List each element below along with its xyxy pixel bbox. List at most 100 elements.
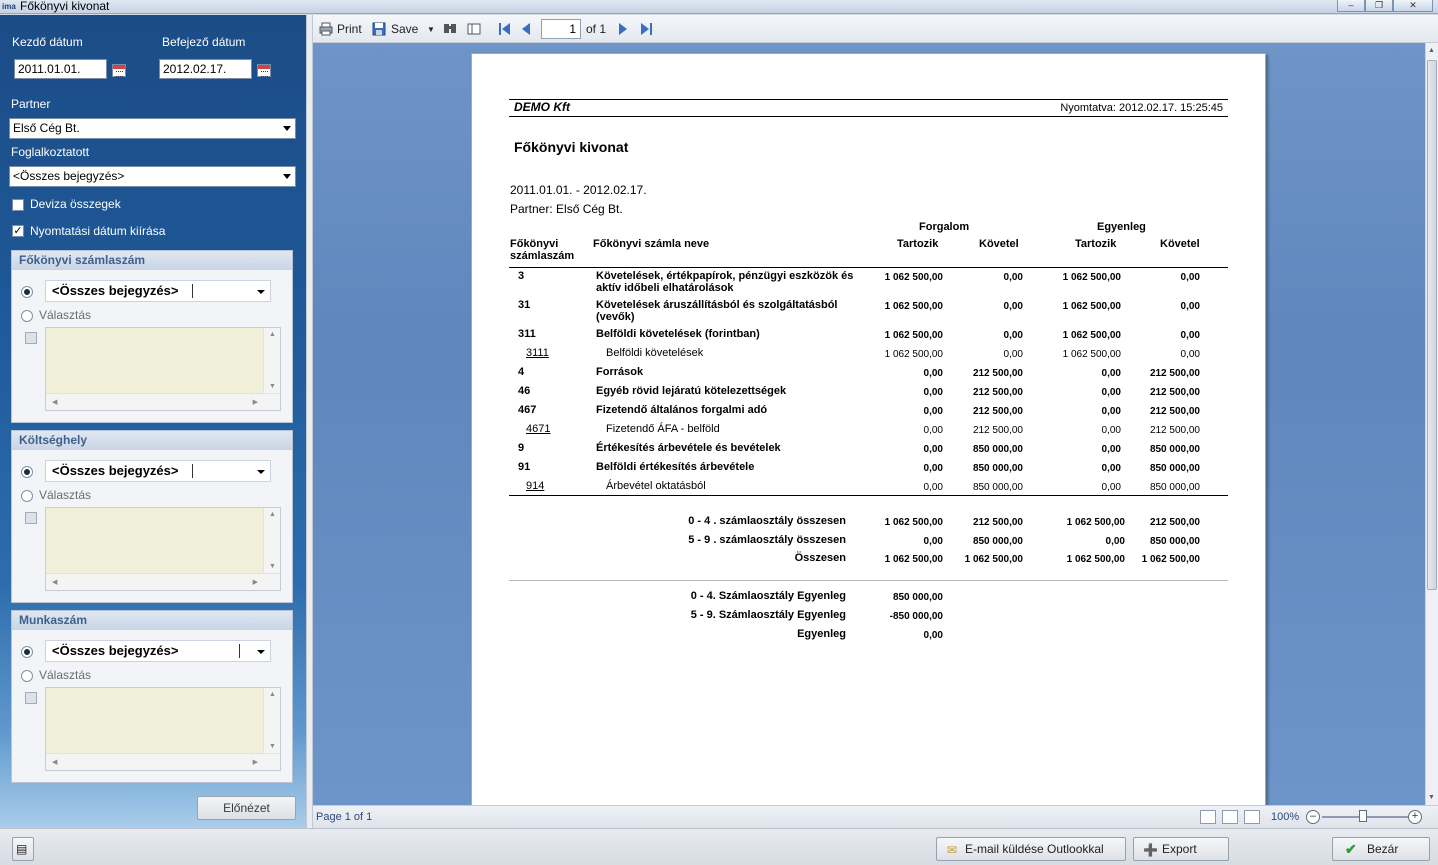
job-number-list[interactable]: ▲ ▼ ◀ ▶ [45,687,281,771]
account-name: Követelések áruszállításból és szolgálta… [596,299,838,311]
scroll-thumb[interactable] [1427,60,1437,590]
print-date-checkbox[interactable]: ✓ [12,225,24,237]
previous-page-icon[interactable] [522,23,530,35]
save-icon[interactable] [372,22,386,36]
turnover-credit-header: Követel [979,238,1019,250]
cost-center-select-value: <Összes bejegyzés> [52,463,179,478]
print-button[interactable]: Print [337,22,362,36]
choose-radio[interactable] [21,490,33,502]
horizontal-scrollbar[interactable]: ◀ ▶ [46,753,280,770]
cost-center-group: Költséghely <Összes bejegyzés> Választás… [11,430,293,603]
balance-debit: 1 062 500,00 [1062,349,1121,360]
close-icon[interactable]: ✕ [1393,0,1433,12]
find-icon[interactable] [443,22,457,36]
continuous-view-icon[interactable] [1244,810,1260,824]
printer-icon[interactable] [319,22,333,36]
header-bottom-rule [509,116,1228,117]
calendar-icon[interactable] [257,64,271,77]
total-balance-debit: 0,00 [1105,536,1125,547]
save-button[interactable]: Save [391,22,418,36]
balance-label: 5 - 9. Számlaosztály Egyenleg [690,609,846,621]
page-count-label: of 1 [586,22,607,36]
report-title: Főkönyvi kivonat [514,139,629,155]
total-label: 5 - 9 . számlaosztály összesen [688,534,846,546]
email-outlook-button[interactable]: ✉ E-mail küldése Outlookkal [936,837,1126,861]
account-number[interactable]: 4671 [526,423,550,435]
zoom-level: 100% [1271,811,1300,823]
restore-icon[interactable]: ❐ [1365,0,1393,12]
all-entries-radio[interactable] [21,466,33,478]
horizontal-scrollbar[interactable]: ◀ ▶ [46,573,280,590]
zoom-in-icon[interactable]: + [1408,810,1422,824]
first-page-icon[interactable] [499,23,510,35]
turnover-credit: 212 500,00 [972,387,1023,398]
account-name: Belföldi követelések [606,347,704,359]
account-name: Belföldi értékesítés árbevétele [596,461,755,473]
job-number-select[interactable]: <Összes bejegyzés> [45,640,271,662]
chevron-down-icon [257,290,265,294]
notes-icon[interactable]: ▤ [12,837,34,861]
zoom-out-icon[interactable]: – [1306,810,1320,824]
zoom-slider-thumb[interactable] [1359,810,1367,822]
vertical-scrollbar[interactable]: ▲ ▼ [263,328,280,393]
last-page-icon[interactable] [641,23,652,35]
viewer-vertical-scrollbar[interactable]: ▲ ▼ [1425,43,1438,805]
balance-credit: 850 000,00 [1149,463,1200,474]
partner-label: Partner [11,97,51,111]
chevron-down-icon[interactable]: ▼ [427,25,435,34]
balance-debit: 0,00 [1101,482,1121,493]
turnover-credit: 0,00 [1003,349,1023,360]
page-setup-icon[interactable] [467,22,481,36]
account-number[interactable]: 914 [526,480,544,492]
choose-radio[interactable] [21,670,33,682]
balance-value: -850 000,00 [889,611,943,622]
totals-rule [509,580,1228,581]
choose-radio[interactable] [21,310,33,322]
account-select[interactable]: <Összes bejegyzés> [45,280,271,302]
partner-select[interactable]: Első Cég Bt. [9,118,296,139]
calendar-icon[interactable] [112,64,126,77]
single-page-view-icon[interactable] [1222,810,1238,824]
all-entries-radio[interactable] [21,286,33,298]
cost-center-select[interactable]: <Összes bejegyzés> [45,460,271,482]
minimize-icon[interactable]: – [1337,0,1365,12]
close-button[interactable]: ✔ Bezár [1332,837,1430,861]
currency-checkbox[interactable] [12,199,24,211]
job-number-group: Munkaszám <Összes bejegyzés> Választás ▲… [11,610,293,783]
cost-center-list[interactable]: ▲ ▼ ◀ ▶ [45,507,281,591]
balance-credit: 0,00 [1180,301,1200,312]
all-entries-radio[interactable] [21,646,33,658]
viewer-toolbar: Print Save ▼ 1 of 1 [313,15,1438,43]
total-turnover-debit: 0,00 [923,536,943,547]
list-picker-icon[interactable] [25,512,37,524]
turnover-debit: 0,00 [923,368,943,379]
turnover-debit: 0,00 [923,463,943,474]
preview-button[interactable]: Előnézet [197,796,296,820]
account-number[interactable]: 3111 [526,347,549,359]
envelope-icon: ✉ [947,843,958,857]
turnover-debit: 0,00 [923,406,943,417]
export-icon: ➕ [1143,843,1158,857]
list-picker-icon[interactable] [25,692,37,704]
horizontal-scrollbar[interactable]: ◀ ▶ [46,393,280,410]
end-date-field[interactable]: 2012.02.17. [159,59,252,79]
employee-select[interactable]: <Összes bejegyzés> [9,166,296,187]
balance-debit: 0,00 [1101,387,1121,398]
vertical-scrollbar[interactable]: ▲ ▼ [263,508,280,573]
total-balance-credit: 850 000,00 [1149,536,1200,547]
account-number: 9 [518,442,525,454]
table-header-rule [509,267,1228,268]
list-picker-icon[interactable] [25,332,37,344]
turnover-debit: 1 062 500,00 [884,330,943,341]
vertical-scrollbar[interactable]: ▲ ▼ [263,688,280,753]
start-date-field[interactable]: 2011.01.01. [14,59,107,79]
turnover-debit: 0,00 [923,482,943,493]
page-number-input[interactable]: 1 [541,19,581,39]
app-logo-icon: ima [2,2,16,11]
export-button[interactable]: ➕ Export [1133,837,1229,861]
panel-splitter[interactable] [306,15,313,828]
job-number-select-value: <Összes bejegyzés> [52,643,179,658]
next-page-icon[interactable] [619,23,627,35]
account-list[interactable]: ▲ ▼ ◀ ▶ [45,327,281,411]
multi-page-view-icon[interactable] [1200,810,1216,824]
